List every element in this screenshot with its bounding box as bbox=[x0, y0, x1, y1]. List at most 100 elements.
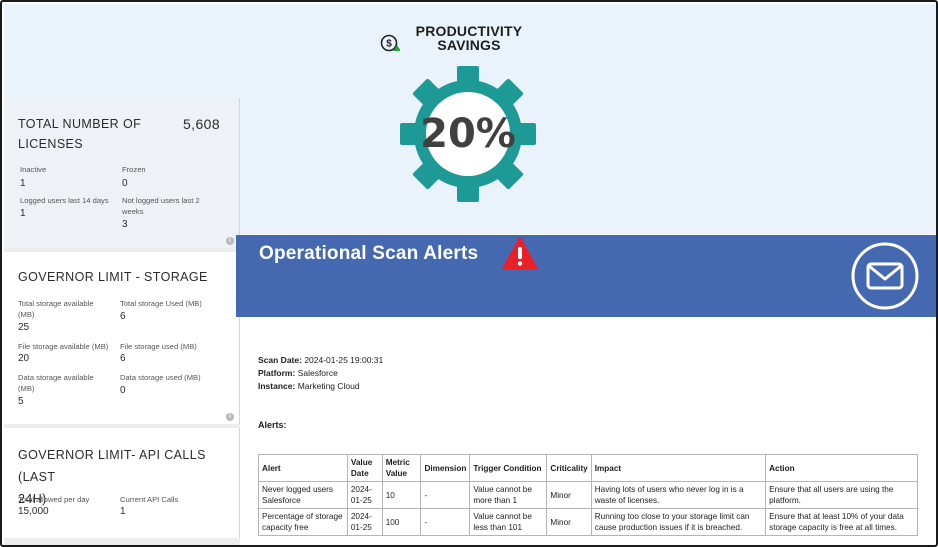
field-value-logged-users: 1 bbox=[20, 208, 26, 219]
productivity-header: $ PRODUCTIVITY SAVINGS bbox=[380, 23, 550, 53]
cell-dimension: - bbox=[420, 481, 471, 509]
column-header-value-date-line1: Value bbox=[350, 458, 373, 467]
field-value-data-storage-used: 0 bbox=[120, 385, 126, 396]
table-row: Percentage of storage capacity free 2024… bbox=[258, 508, 918, 536]
licenses-title: TOTAL NUMBER OF LICENSES bbox=[18, 114, 141, 154]
scan-date-value: 2024-01-25 19:00:31 bbox=[304, 355, 384, 365]
field-label-data-storage-line1: Data storage available bbox=[18, 373, 94, 382]
cell-value-date: 2024- 01-25 bbox=[346, 481, 383, 509]
field-value-current-api-calls: 1 bbox=[120, 506, 126, 517]
mail-icon[interactable] bbox=[850, 241, 920, 311]
dashboard-frame: $ PRODUCTIVITY SAVINGS 20% TOTAL NUMBER … bbox=[0, 0, 938, 547]
dollar-up-icon: $ bbox=[380, 34, 400, 52]
cell-value-date-line2: 01-25 bbox=[350, 523, 372, 532]
banner-title: Operational Scan Alerts bbox=[259, 243, 479, 264]
column-header-value-date-line2: Date bbox=[350, 469, 369, 478]
licenses-title-line2: LICENSES bbox=[18, 137, 84, 151]
platform-label: Platform: bbox=[258, 368, 296, 378]
productivity-title-line1: PRODUCTIVITY bbox=[415, 23, 523, 39]
licenses-card: TOTAL NUMBER OF LICENSES 5,608 Inactive … bbox=[4, 98, 240, 248]
column-header-action: Action bbox=[765, 454, 918, 482]
info-icon[interactable]: i bbox=[226, 237, 234, 245]
productivity-title: PRODUCTIVITY SAVINGS bbox=[413, 24, 525, 52]
cell-value-date-line2: 01-25 bbox=[350, 496, 372, 505]
cell-value-date-line1: 2024- bbox=[350, 512, 372, 521]
table-row: Never logged users Salesforce 2024- 01-25… bbox=[258, 481, 918, 509]
scan-info: Scan Date: 2024-01-25 19:00:31 Platform:… bbox=[258, 354, 383, 393]
field-label-frozen: Frozen bbox=[122, 165, 146, 174]
cell-criticality: Minor bbox=[546, 508, 592, 536]
field-label-not-logged-users: Not logged users last 2 weeks bbox=[122, 195, 200, 217]
cell-action: Ensure that at least 10% of your data st… bbox=[765, 508, 918, 536]
storage-card: GOVERNOR LIMIT - STORAGE Total storage a… bbox=[4, 252, 240, 424]
cell-value-date-line1: 2024- bbox=[350, 485, 372, 494]
licenses-title-line1: TOTAL NUMBER OF bbox=[18, 117, 142, 131]
instance-value: Marketing Cloud bbox=[297, 381, 360, 391]
warning-triangle-icon bbox=[502, 237, 538, 270]
field-label-not-logged-line1: Not logged users last 2 bbox=[122, 196, 200, 205]
field-label-total-allowed: Total allowed per day bbox=[18, 495, 90, 504]
api-title-line1: GOVERNOR LIMIT- API CALLS (LAST bbox=[18, 448, 206, 484]
productivity-title-line2: SAVINGS bbox=[437, 37, 501, 53]
cell-dimension: - bbox=[420, 508, 471, 536]
scan-date-line: Scan Date: 2024-01-25 19:00:31 bbox=[258, 354, 383, 367]
field-label-file-storage-available: File storage available (MB) bbox=[18, 342, 109, 351]
cell-alert: Percentage of storage capacity free bbox=[258, 508, 348, 536]
column-header-metric-value-line1: Metric bbox=[385, 458, 410, 467]
field-value-data-storage-available: 5 bbox=[18, 396, 24, 407]
field-value-file-storage-used: 6 bbox=[120, 353, 126, 364]
field-value-total-storage-used: 6 bbox=[120, 311, 126, 322]
column-header-metric-value: Metric Value bbox=[381, 454, 422, 482]
field-label-total-storage-line1: Total storage available bbox=[18, 299, 94, 308]
field-label-total-storage-line2: (MB) bbox=[18, 310, 35, 319]
column-header-dimension: Dimension bbox=[420, 454, 471, 482]
instance-line: Instance: Marketing Cloud bbox=[258, 380, 383, 393]
alerts-label: Alerts: bbox=[258, 420, 287, 430]
field-value-inactive: 1 bbox=[20, 178, 26, 189]
cell-action: Ensure that all users are using the plat… bbox=[765, 481, 918, 509]
field-label-current-api-calls: Current API Calls bbox=[120, 495, 179, 504]
field-value-file-storage-available: 20 bbox=[18, 353, 30, 364]
api-calls-card: GOVERNOR LIMIT- API CALLS (LAST 24H) Tot… bbox=[4, 428, 240, 538]
cell-metric-value: 10 bbox=[381, 481, 422, 509]
column-header-criticality: Criticality bbox=[546, 454, 592, 482]
alerts-banner: Operational Scan Alerts bbox=[236, 235, 936, 317]
productivity-percent: 20% bbox=[420, 111, 516, 157]
table-header-row: Alert Value Date Metric Value Dimension Tr… bbox=[258, 454, 918, 482]
column-header-trigger: Trigger Condition bbox=[469, 454, 548, 482]
field-label-logged-users: Logged users last 14 days bbox=[20, 196, 109, 205]
info-icon[interactable]: i bbox=[226, 413, 234, 421]
scan-date-label: Scan Date: bbox=[258, 355, 302, 365]
field-label-not-logged-line2: weeks bbox=[122, 207, 144, 216]
field-label-inactive: Inactive bbox=[20, 165, 47, 174]
instance-label: Instance: bbox=[258, 381, 296, 391]
field-label-total-storage-used: Total storage Used (MB) bbox=[120, 299, 202, 308]
cell-trigger: Value cannot be less than 101 bbox=[469, 508, 548, 536]
platform-line: Platform: Salesforce bbox=[258, 367, 383, 380]
cell-trigger: Value cannot be more than 1 bbox=[469, 481, 548, 509]
column-header-impact: Impact bbox=[590, 454, 767, 482]
svg-text:$: $ bbox=[386, 39, 392, 50]
field-label-data-storage-used: Data storage used (MB) bbox=[120, 373, 201, 382]
column-header-alert: Alert bbox=[258, 454, 348, 482]
cell-value-date: 2024- 01-25 bbox=[346, 508, 383, 536]
alerts-table: Alert Value Date Metric Value Dimension Tr… bbox=[258, 454, 918, 536]
cell-alert: Never logged users Salesforce bbox=[258, 481, 348, 509]
field-value-not-logged-users: 3 bbox=[122, 219, 128, 230]
field-value-total-allowed: 15,000 bbox=[18, 506, 49, 517]
field-label-data-storage-available: Data storage available (MB) bbox=[18, 372, 94, 394]
cell-impact: Having lots of users who never log in is… bbox=[590, 481, 767, 509]
column-header-metric-value-line2: Value bbox=[385, 469, 408, 478]
column-header-value-date: Value Date bbox=[346, 454, 383, 482]
cell-criticality: Minor bbox=[546, 481, 592, 509]
field-value-total-storage-available: 25 bbox=[18, 322, 30, 333]
field-label-data-storage-line2: (MB) bbox=[18, 384, 35, 393]
storage-title: GOVERNOR LIMIT - STORAGE bbox=[18, 270, 208, 284]
licenses-total: 5,608 bbox=[183, 116, 221, 132]
platform-value: Salesforce bbox=[297, 368, 338, 378]
field-label-file-storage-used: File storage used (MB) bbox=[120, 342, 197, 351]
field-value-frozen: 0 bbox=[122, 178, 128, 189]
cell-metric-value: 100 bbox=[381, 508, 422, 536]
cell-impact: Running too close to your storage limit … bbox=[590, 508, 767, 536]
field-label-total-storage-available: Total storage available (MB) bbox=[18, 298, 94, 320]
